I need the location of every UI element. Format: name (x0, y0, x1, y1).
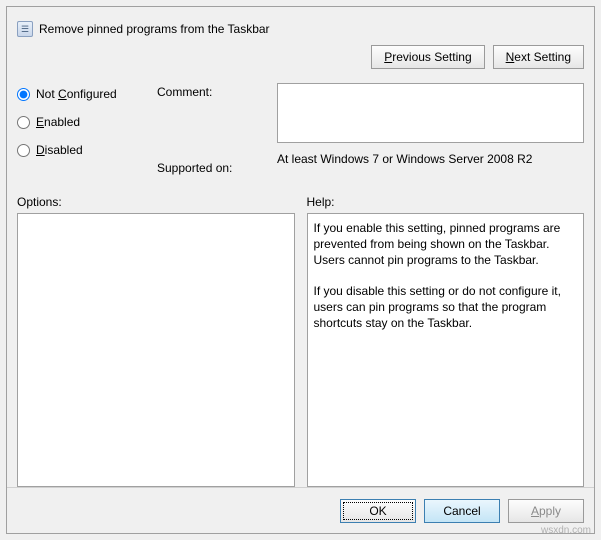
help-paragraph-2: If you disable this setting or do not co… (314, 283, 578, 332)
nav-buttons: Previous Setting Next Setting (17, 45, 584, 69)
cancel-button[interactable]: Cancel (424, 499, 500, 523)
next-setting-button[interactable]: Next Setting (493, 45, 584, 69)
options-label: Options: (17, 195, 295, 209)
help-paragraph-1: If you enable this setting, pinned progr… (314, 220, 578, 269)
policy-dialog: ☰ Remove pinned programs from the Taskba… (6, 6, 595, 534)
title-bar: ☰ Remove pinned programs from the Taskba… (17, 17, 584, 41)
radio-disabled[interactable]: Disabled (17, 143, 157, 157)
options-pane: Options: (17, 195, 295, 487)
radio-not-configured-input[interactable] (17, 88, 30, 101)
dialog-footer: OK Cancel Apply (7, 487, 594, 533)
help-pane: Help: If you enable this setting, pinned… (307, 195, 585, 487)
previous-setting-button[interactable]: Previous Setting (371, 45, 484, 69)
help-label: Help: (307, 195, 585, 209)
radio-enabled-input[interactable] (17, 116, 30, 129)
ok-button[interactable]: OK (340, 499, 416, 523)
radio-not-configured[interactable]: Not Configured (17, 87, 157, 101)
radio-disabled-input[interactable] (17, 144, 30, 157)
radio-enabled[interactable]: Enabled (17, 115, 157, 129)
policy-title: Remove pinned programs from the Taskbar (39, 22, 270, 36)
watermark: wsxdn.com (541, 525, 591, 536)
state-radio-group: Not Configured Enabled Disabled (17, 83, 157, 179)
comment-label: Comment: (157, 83, 277, 143)
supported-on-text: At least Windows 7 or Windows Server 200… (277, 146, 584, 168)
help-box[interactable]: If you enable this setting, pinned progr… (307, 213, 585, 487)
supported-on-label: Supported on: (157, 157, 277, 179)
options-box[interactable] (17, 213, 295, 487)
field-labels: Comment: Supported on: (157, 83, 277, 179)
comment-input[interactable] (277, 83, 584, 143)
policy-icon: ☰ (17, 21, 33, 37)
apply-button[interactable]: Apply (508, 499, 584, 523)
